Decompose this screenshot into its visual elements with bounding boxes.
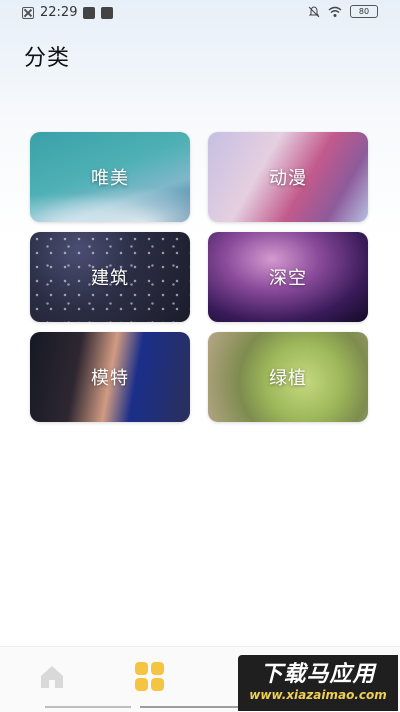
- category-label: 模特: [91, 368, 129, 389]
- category-tile-mote[interactable]: 模特: [30, 332, 190, 422]
- category-icon[interactable]: [135, 662, 165, 692]
- category-label: 唯美: [91, 168, 129, 189]
- wifi-icon: [328, 6, 342, 17]
- cast-icon: [101, 6, 114, 19]
- battery-icon: 80: [350, 5, 378, 18]
- home-icon[interactable]: [38, 663, 66, 691]
- watermark-url: www.xiazaimao.com: [249, 688, 387, 702]
- category-tile-lvzhi[interactable]: 绿植: [208, 332, 368, 422]
- status-left: 22:29: [22, 5, 114, 20]
- close-icon: [22, 6, 34, 19]
- category-tile-weimei[interactable]: 唯美: [30, 132, 190, 222]
- category-tile-jianzhu[interactable]: 建筑: [30, 232, 190, 322]
- category-label: 动漫: [269, 168, 307, 189]
- watermark-title: 下载马应用: [260, 662, 376, 687]
- category-tile-dongman[interactable]: 动漫: [208, 132, 368, 222]
- status-bar: 22:29 80: [0, 0, 400, 26]
- category-label: 深空: [269, 268, 307, 289]
- status-time: 22:29: [40, 5, 78, 20]
- battery-level: 80: [358, 7, 370, 16]
- mail-icon: [83, 6, 96, 19]
- mute-icon: [308, 5, 320, 17]
- watermark-logo: 下载马应用 www.xiazaimao.com: [238, 655, 398, 711]
- category-label: 绿植: [269, 368, 307, 389]
- category-label: 建筑: [91, 268, 129, 289]
- status-right: 80: [308, 5, 378, 18]
- category-tile-shenkong[interactable]: 深空: [208, 232, 368, 322]
- page-title: 分类: [24, 46, 71, 71]
